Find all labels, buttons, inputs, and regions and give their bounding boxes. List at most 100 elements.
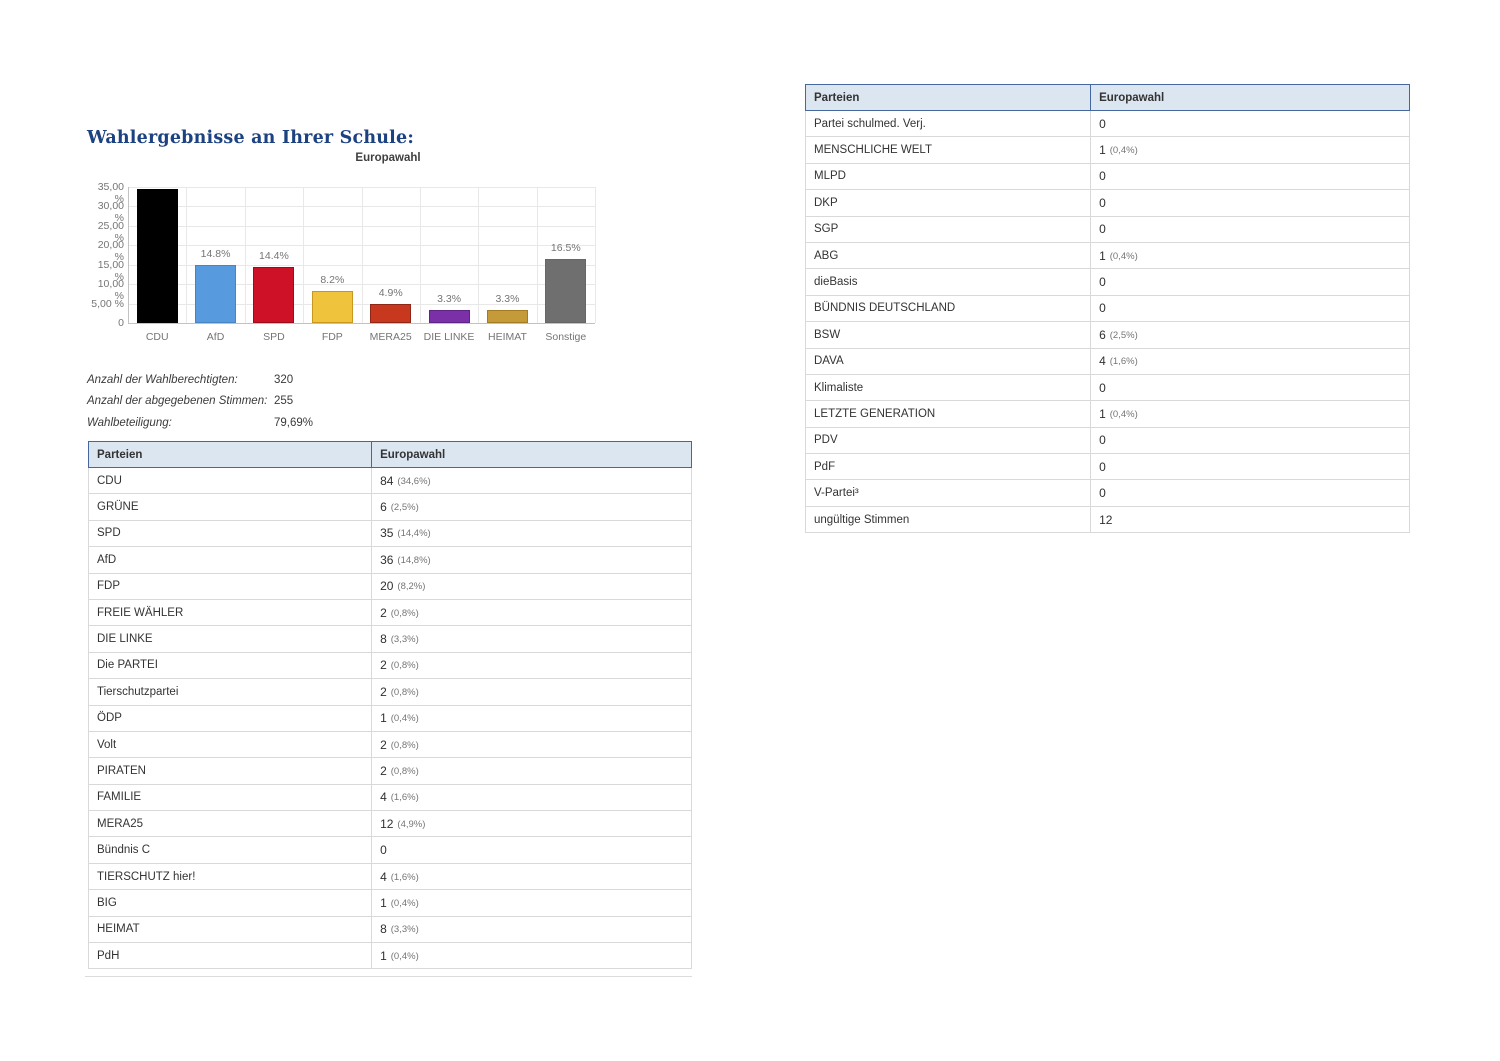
votes-cell: 0: [1090, 428, 1409, 453]
bar-value-label: 3.3%: [420, 293, 478, 305]
vote-count: 2: [380, 738, 387, 752]
vote-percentage: (0,4%): [391, 950, 419, 962]
votes-cell: 84(34,6%): [371, 468, 691, 493]
chart-bar: [487, 310, 528, 323]
chart-bar: [253, 267, 294, 323]
table-row: DAVA4(1,6%): [805, 349, 1410, 375]
votes-cell: 0: [1090, 480, 1409, 505]
x-tick-label: HEIMAT: [478, 331, 536, 343]
chart-bar: [312, 291, 353, 323]
votes-cell: 2(0,8%): [371, 758, 691, 783]
table-row: PDV0: [805, 428, 1410, 454]
table-body: Partei schulmed. Verj.0MENSCHLICHE WELT1…: [805, 111, 1410, 533]
x-tick-label: MERA25: [362, 331, 420, 343]
table-row: Volt2(0,8%): [88, 732, 692, 758]
bar-value-label: 8.2%: [303, 274, 361, 286]
vote-count: 0: [1099, 196, 1106, 210]
stat-label: Anzahl der Wahlberechtigten:: [87, 374, 274, 386]
vote-count: 35: [380, 526, 393, 540]
table-row: Die PARTEI2(0,8%): [88, 653, 692, 679]
table-row: Klimaliste0: [805, 375, 1410, 401]
table-row: MLPD0: [805, 164, 1410, 190]
vote-percentage: (4,9%): [397, 818, 425, 830]
table-row: dieBasis0: [805, 269, 1410, 295]
vote-count: 2: [380, 685, 387, 699]
vote-count: 0: [1099, 381, 1106, 395]
vote-count: 36: [380, 553, 393, 567]
party-name-cell: DIE LINKE: [89, 626, 371, 651]
vote-percentage: (34,6%): [397, 475, 430, 487]
vote-count: 6: [380, 500, 387, 514]
divider-line: [85, 976, 692, 977]
vote-count: 8: [380, 632, 387, 646]
v-gridline: [362, 187, 363, 323]
table-row: GRÜNE 6 (2,5%): [88, 494, 692, 520]
vote-count: 1: [380, 896, 387, 910]
party-name-cell: ungültige Stimmen: [806, 507, 1090, 532]
x-tick-label: AfD: [186, 331, 244, 343]
votes-cell: 1(0,4%): [371, 706, 691, 731]
vote-count: 1: [1099, 249, 1106, 263]
table-row: BSW6(2,5%): [805, 322, 1410, 348]
header-parteien: Parteien: [89, 442, 371, 467]
vote-count: 1: [1099, 143, 1106, 157]
vote-count: 1: [380, 949, 387, 963]
vote-count: 0: [1099, 301, 1106, 315]
votes-cell: 0: [1090, 296, 1409, 321]
party-name-cell: MLPD: [806, 164, 1090, 189]
table-row: BIG1(0,4%): [88, 890, 692, 916]
votes-cell: 2(0,8%): [371, 653, 691, 678]
party-name-cell: PdF: [806, 454, 1090, 479]
votes-cell: 8(3,3%): [371, 626, 691, 651]
table-row: PIRATEN2(0,8%): [88, 758, 692, 784]
party-name-cell: BÜNDNIS DEUTSCHLAND: [806, 296, 1090, 321]
table-row: PdF0: [805, 454, 1410, 480]
party-name-cell: BSW: [806, 322, 1090, 347]
vote-percentage: (14,4%): [397, 527, 430, 539]
table-row: PdH1(0,4%): [88, 943, 692, 969]
table-row: BÜNDNIS DEUTSCHLAND 0: [805, 296, 1410, 322]
table-row: V-Partei³0: [805, 480, 1410, 506]
stat-turnout: Wahlbeteiligung: 79,69%: [87, 412, 313, 434]
table-row: FDP20(8,2%): [88, 574, 692, 600]
vote-count: 0: [1099, 117, 1106, 131]
votes-cell: 6 (2,5%): [371, 494, 691, 519]
vote-count: 0: [1099, 222, 1106, 236]
vote-count: 0: [1099, 275, 1106, 289]
bar-value-label: 4.9%: [362, 287, 420, 299]
party-name-cell: MERA25: [89, 811, 371, 836]
stat-label: Wahlbeteiligung:: [87, 417, 274, 429]
vote-percentage: (0,8%): [391, 765, 419, 777]
vote-percentage: (0,8%): [391, 686, 419, 698]
table-row: Bündnis C0: [88, 837, 692, 863]
bar-chart: Europawahl 35,00 %30,00 %25,00 %20,00 %1…: [87, 150, 689, 355]
party-name-cell: PIRATEN: [89, 758, 371, 783]
vote-percentage: (0,4%): [1110, 144, 1138, 156]
votes-cell: 0: [371, 837, 691, 862]
y-tick-label: 5,00 %: [87, 298, 124, 310]
votes-cell: 12: [1090, 507, 1409, 532]
votes-cell: 1(0,4%): [1090, 243, 1409, 268]
vote-count: 6: [1099, 328, 1106, 342]
bar-value-label: 14.8%: [186, 248, 244, 260]
v-gridline: [595, 187, 596, 323]
stat-value: 255: [274, 395, 293, 407]
party-name-cell: ÖDP: [89, 706, 371, 731]
page-title: Wahlergebnisse an Ihrer Schule:: [87, 128, 414, 148]
votes-cell: 1 (0,4%): [371, 943, 691, 968]
vote-percentage: (0,8%): [391, 659, 419, 671]
party-name-cell: FDP: [89, 574, 371, 599]
party-name-cell: Bündnis C: [89, 837, 371, 862]
table-row: DIE LINKE8(3,3%): [88, 626, 692, 652]
table-body: CDU84(34,6%)GRÜNE6(2,5%)SPD35(14,4%)AfD3…: [88, 468, 692, 969]
results-table-right: Parteien Europawahl Partei schulmed. Ver…: [805, 84, 1410, 533]
vote-percentage: (2,5%): [391, 501, 419, 513]
party-name-cell: V-Partei³: [806, 480, 1090, 505]
party-name-cell: GRÜNE: [89, 494, 371, 519]
votes-cell: 0: [1090, 190, 1409, 215]
votes-cell: 36(14,8%): [371, 547, 691, 572]
results-table-left: Parteien Europawahl CDU84(34,6%)GRÜNE6(2…: [88, 441, 692, 969]
stat-eligible-voters: Anzahl der Wahlberechtigten: 320: [87, 369, 313, 391]
votes-cell: 8(3,3%): [371, 917, 691, 942]
party-name-cell: CDU: [89, 468, 371, 493]
